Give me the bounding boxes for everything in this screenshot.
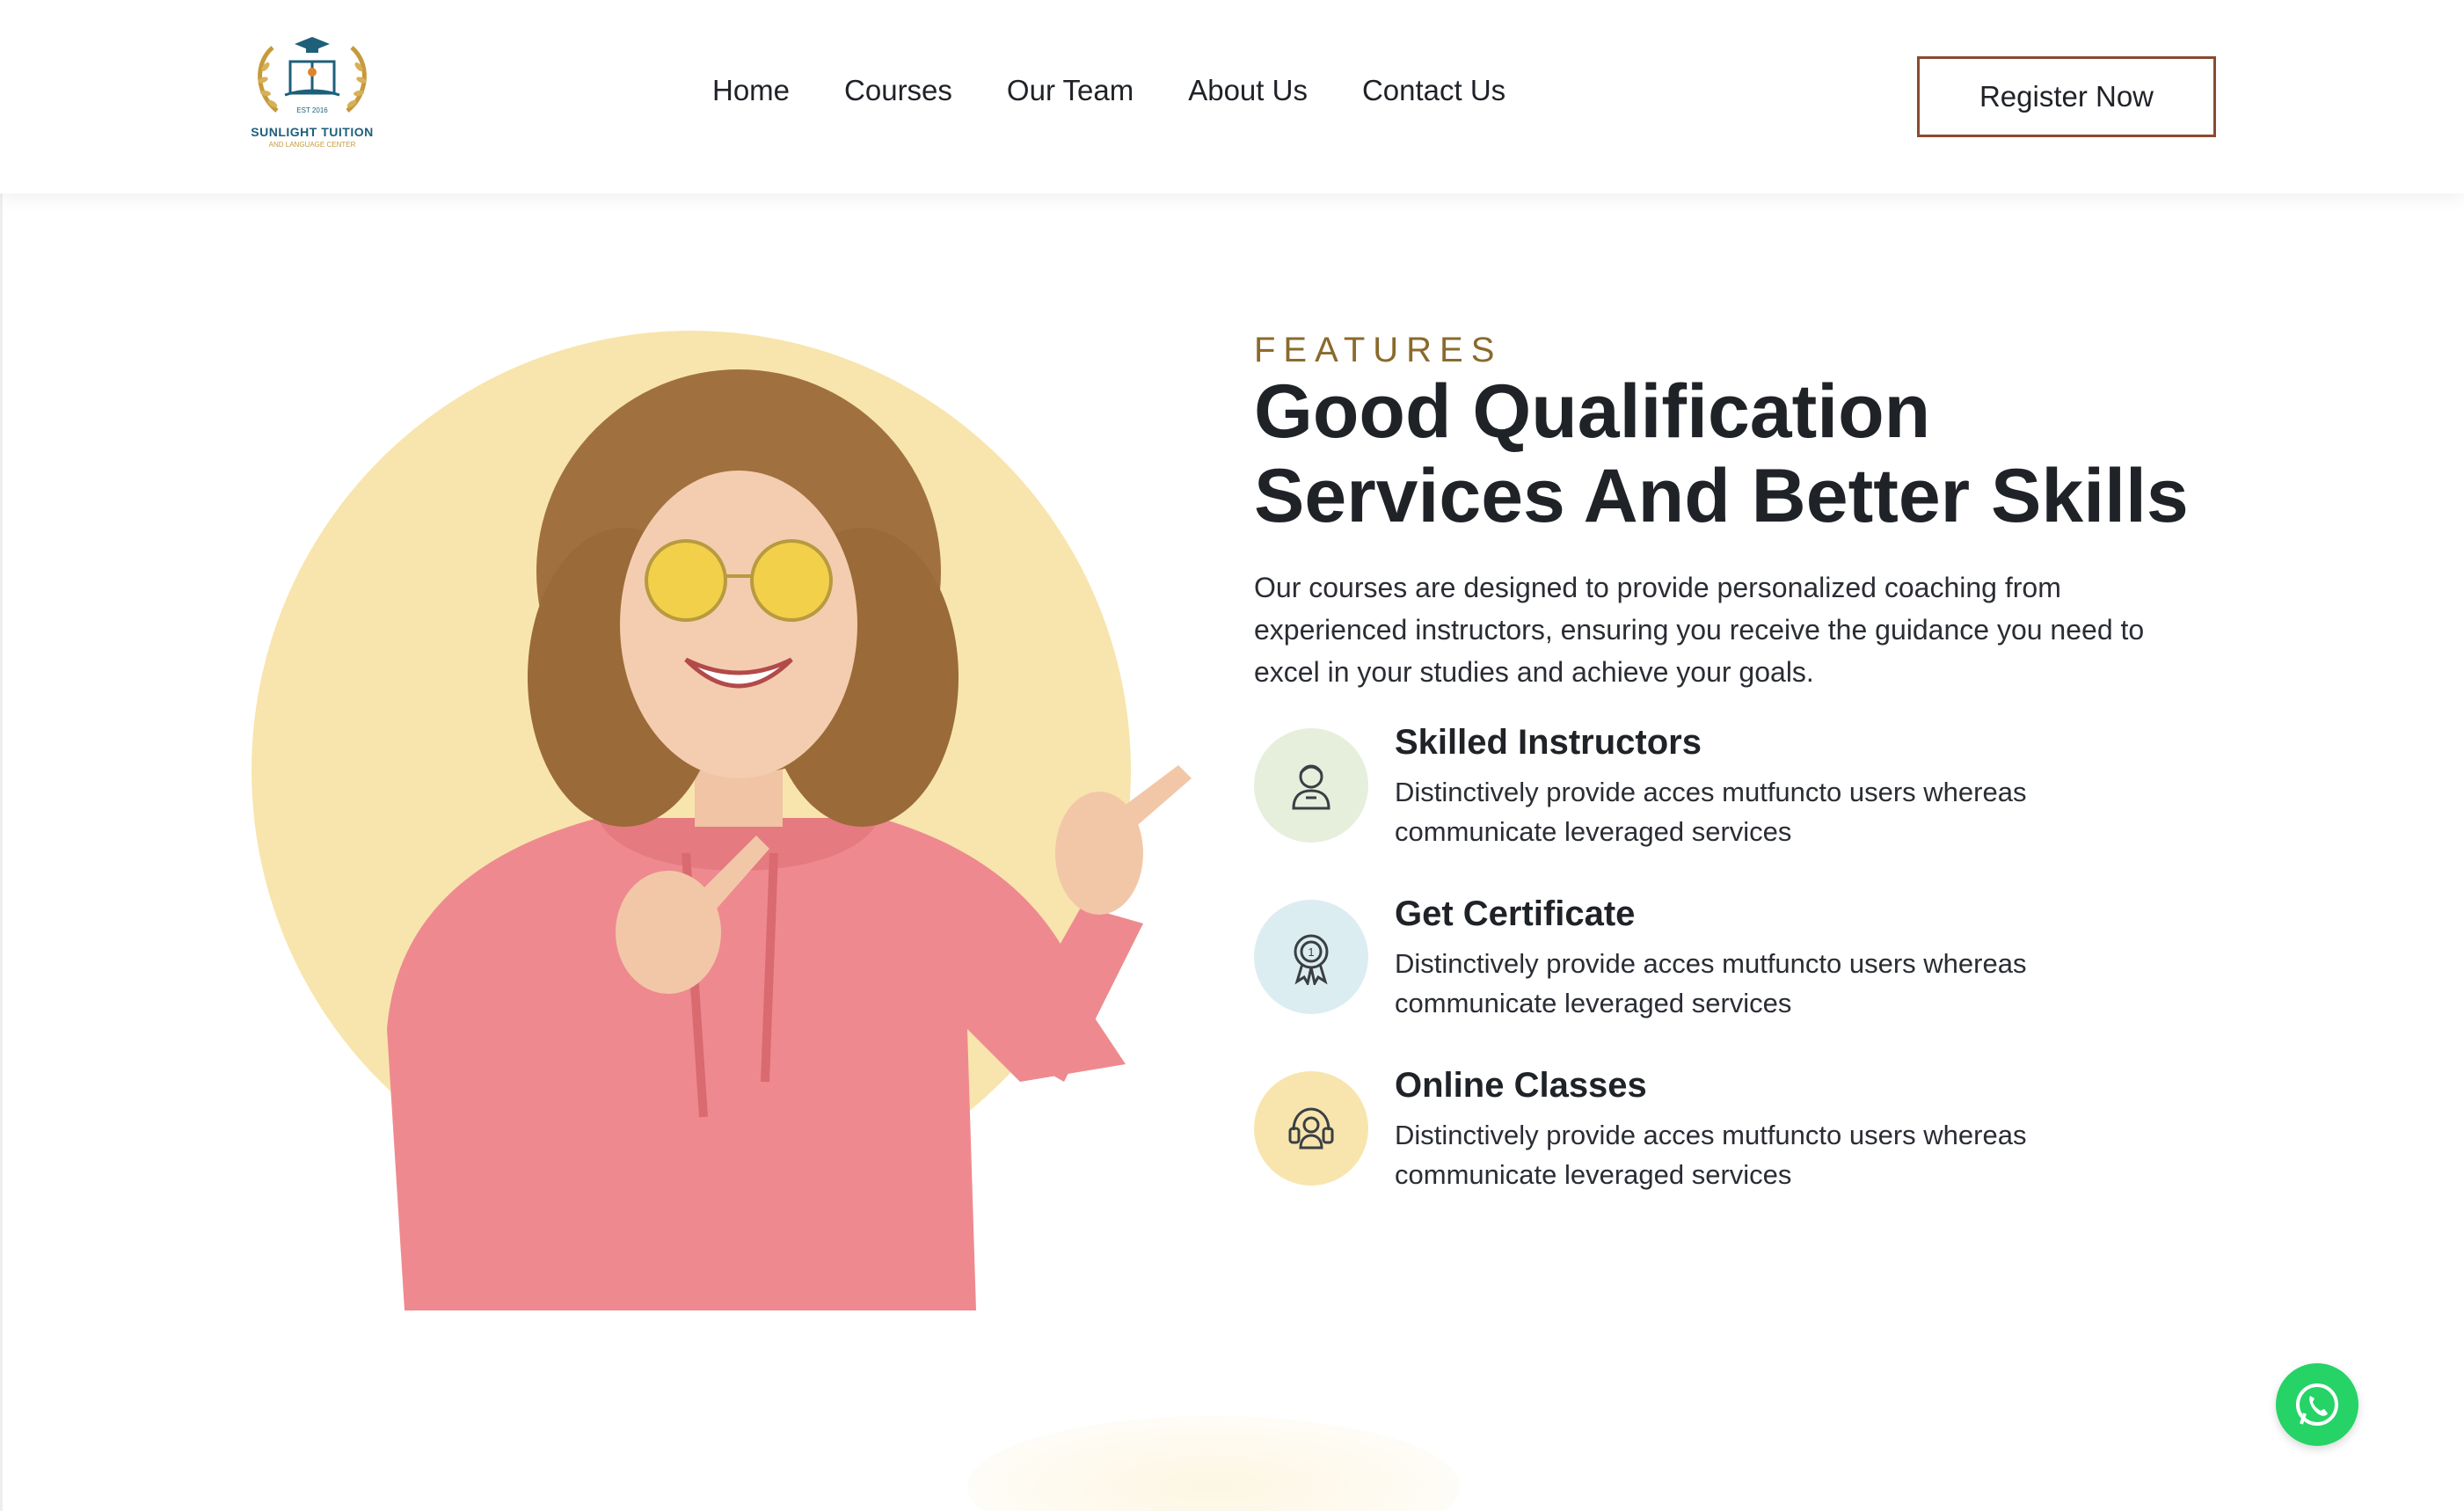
feature-title: Skilled Instructors (1395, 723, 1702, 762)
logo-est: EST 2016 (296, 106, 328, 114)
logo-subtitle: AND LANGUAGE CENTER (268, 141, 356, 149)
title-line-2: Services And Better Skills (1254, 454, 2189, 538)
nav-contact-us[interactable]: Contact Us (1362, 74, 1505, 107)
whatsapp-button[interactable] (2276, 1363, 2358, 1446)
feature-text: Distinctively provide acces mutfuncto us… (1395, 1120, 2027, 1190)
title-line-1: Good Qualification (1254, 369, 1931, 454)
nav-courses[interactable]: Courses (844, 74, 952, 107)
brand-logo[interactable]: EST 2016 SUNLIGHT TUITION AND LANGUAGE C… (246, 32, 378, 164)
whatsapp-icon (2296, 1383, 2338, 1426)
main-nav: Home Courses Our Team About Us Contact U… (712, 74, 1505, 107)
nav-about-us[interactable]: About Us (1188, 74, 1308, 107)
site-header: EST 2016 SUNLIGHT TUITION AND LANGUAGE C… (0, 0, 2464, 193)
page-edge (0, 0, 3, 1511)
hero-person-image (387, 369, 1192, 1310)
nav-our-team[interactable]: Our Team (1007, 74, 1134, 107)
register-now-button[interactable]: Register Now (1917, 56, 2216, 137)
section-title: Good Qualification Services And Better S… (1254, 369, 2256, 538)
bottom-decoration (967, 1416, 1460, 1511)
feature-online-classes: Online Classes Distinctively provide acc… (1254, 1066, 2221, 1194)
feature-text: Distinctively provide acces mutfuncto us… (1395, 777, 2027, 847)
feature-title: Get Certificate (1395, 894, 1636, 933)
feature-title: Online Classes (1395, 1066, 1647, 1105)
section-eyebrow: FEATURES (1254, 331, 1503, 369)
logo-name: SUNLIGHT TUITION (251, 125, 374, 139)
logo-emblem-icon: EST 2016 (258, 37, 367, 114)
feature-text: Distinctively provide acces mutfuncto us… (1395, 948, 2027, 1018)
feature-get-certificate: 1 Get Certificate Distinctively provide … (1254, 894, 2221, 1023)
nav-home[interactable]: Home (712, 74, 790, 107)
headset-icon (1254, 1071, 1368, 1186)
certificate-icon: 1 (1254, 900, 1368, 1014)
section-description: Our courses are designed to provide pers… (1254, 572, 2145, 688)
svg-text:1: 1 (1308, 945, 1314, 959)
instructor-icon (1254, 728, 1368, 843)
feature-skilled-instructors: Skilled Instructors Distinctively provid… (1254, 723, 2221, 851)
